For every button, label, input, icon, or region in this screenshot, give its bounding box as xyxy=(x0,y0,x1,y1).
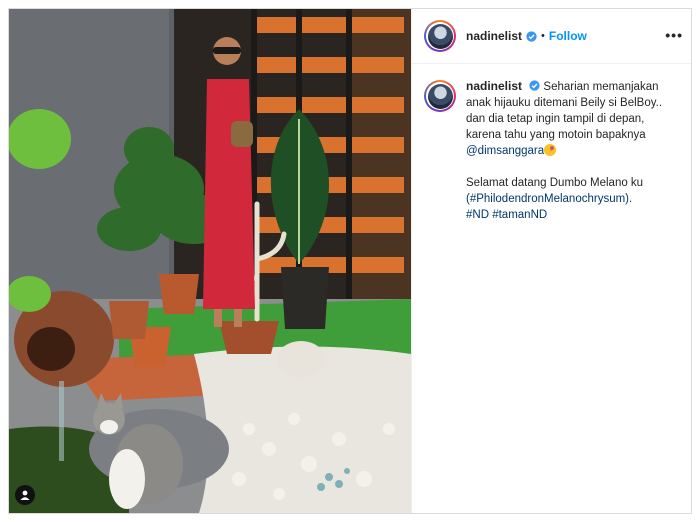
post-photo[interactable] xyxy=(9,9,411,513)
mention-link[interactable]: @dimsanggara xyxy=(466,145,544,157)
kissing-face-emoji-icon xyxy=(544,144,557,156)
more-options-icon[interactable]: ••• xyxy=(665,27,683,43)
caption-paragraph-2: Selamat datang Dumbo Melano ku (#Philode… xyxy=(466,175,679,223)
header-separator: • xyxy=(541,30,545,42)
user-tag-icon[interactable] xyxy=(15,485,35,505)
post-details-panel: nadinelist • Follow ••• nadinelist Sehar… xyxy=(411,9,691,513)
hashtag-link-philodendron[interactable]: (#PhilodendronMelanochrysum). xyxy=(466,193,632,205)
caption-username[interactable]: nadinelist xyxy=(466,79,522,93)
caption-text-2: Selamat datang Dumbo Melano ku xyxy=(466,177,644,189)
instagram-post-embed: nadinelist • Follow ••• nadinelist Sehar… xyxy=(8,8,692,514)
username-link[interactable]: nadinelist xyxy=(466,29,522,43)
hashtag-link-tamannd[interactable]: #tamanND xyxy=(492,209,547,221)
follow-button[interactable]: Follow xyxy=(549,29,587,43)
post-header: nadinelist • Follow ••• xyxy=(412,9,691,64)
verified-badge-icon xyxy=(529,80,540,91)
verified-badge-icon xyxy=(526,30,537,42)
caption-avatar[interactable] xyxy=(424,80,456,112)
post-caption: nadinelist Seharian memanjakan anak hija… xyxy=(412,64,691,223)
person-icon xyxy=(20,490,30,500)
caption-body: nadinelist Seharian memanjakan anak hija… xyxy=(466,78,679,223)
avatar-image xyxy=(427,23,453,49)
avatar-image xyxy=(427,83,453,109)
garden-scene-illustration xyxy=(9,9,411,513)
hashtag-link-nd[interactable]: #ND xyxy=(466,209,489,221)
avatar[interactable] xyxy=(424,20,456,52)
